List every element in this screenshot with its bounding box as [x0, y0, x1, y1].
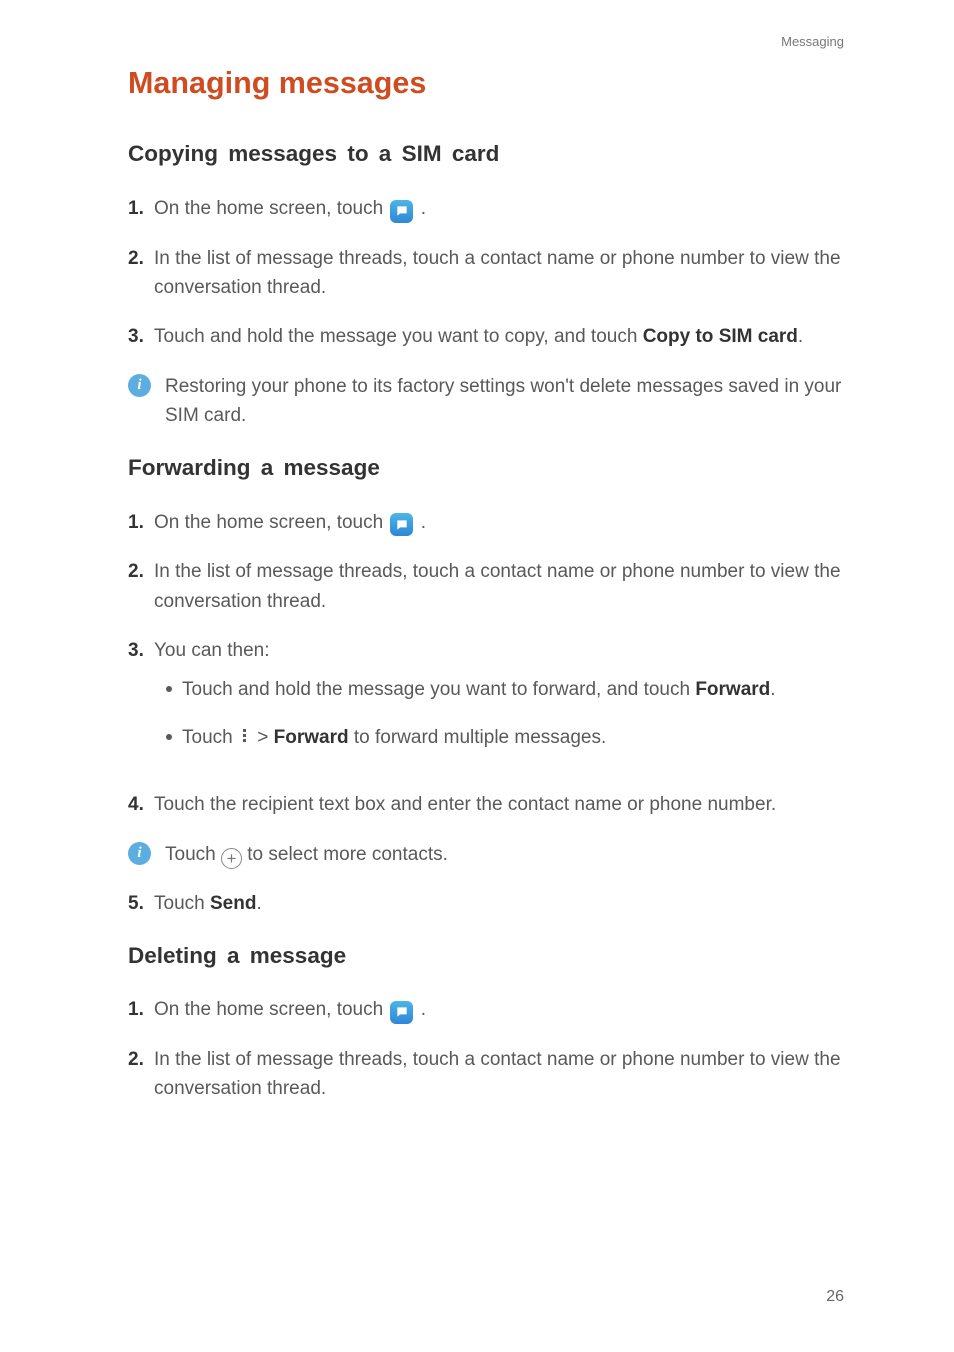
step-number: 2.: [128, 1045, 154, 1104]
ui-label-forward: Forward: [274, 727, 349, 748]
step-text: In the list of message threads, touch a …: [154, 557, 844, 616]
step-number: 1.: [128, 194, 154, 223]
bullet-text: Touch: [182, 727, 238, 748]
bullet-text-tail: to forward multiple messages.: [349, 727, 607, 748]
bullet-text-mid: >: [257, 727, 273, 748]
copy-step-2: 2. In the list of message threads, touch…: [128, 244, 844, 303]
more-options-icon: [238, 727, 252, 744]
heading-copy: Copying messages to a SIM card: [128, 137, 844, 172]
section-forward: Forwarding a message 1. On the home scre…: [128, 451, 844, 919]
ui-label-copy-to-sim: Copy to SIM card: [643, 326, 798, 347]
step-number: 1.: [128, 995, 154, 1024]
add-contact-icon: +: [221, 848, 242, 869]
step-text-tail: .: [421, 198, 426, 219]
step-number: 2.: [128, 244, 154, 303]
copy-step-1: 1. On the home screen, touch .: [128, 194, 844, 223]
step-text: Touch the recipient text box and enter t…: [154, 790, 844, 819]
messaging-app-icon: [390, 513, 413, 536]
step-text: Touch and hold the message you want to c…: [154, 326, 643, 347]
delete-step-1: 1. On the home screen, touch .: [128, 995, 844, 1024]
step-number: 1.: [128, 508, 154, 537]
step-text: In the list of message threads, touch a …: [154, 1045, 844, 1104]
step-text: On the home screen, touch: [154, 512, 388, 533]
step-number: 5.: [128, 889, 154, 918]
step-text-tail: .: [421, 512, 426, 533]
messaging-app-icon: [390, 1001, 413, 1024]
copy-step-3: 3. Touch and hold the message you want t…: [128, 322, 844, 351]
messaging-app-icon: [390, 200, 413, 223]
step-text-tail: .: [256, 893, 261, 914]
step-text: On the home screen, touch: [154, 198, 388, 219]
forward-step-3: 3. You can then: Touch and hold the mess…: [128, 636, 844, 770]
step-number: 4.: [128, 790, 154, 819]
section-delete: Deleting a message 1. On the home screen…: [128, 939, 844, 1104]
step-number: 2.: [128, 557, 154, 616]
forward-bullet-2: Touch > Forward to forward multiple mess…: [166, 723, 844, 752]
forward-bullet-1: Touch and hold the message you want to f…: [166, 675, 844, 704]
delete-step-2: 2. In the list of message threads, touch…: [128, 1045, 844, 1104]
info-note-forward: i Touch + to select more contacts.: [128, 840, 844, 869]
note-text: Touch: [165, 844, 221, 865]
heading-delete: Deleting a message: [128, 939, 844, 974]
bullet-text: Touch and hold the message you want to f…: [182, 679, 695, 700]
step-text-tail: .: [421, 999, 426, 1020]
forward-step-2: 2. In the list of message threads, touch…: [128, 557, 844, 616]
note-text: Restoring your phone to its factory sett…: [165, 372, 844, 431]
info-note-copy: i Restoring your phone to its factory se…: [128, 372, 844, 431]
step-number: 3.: [128, 322, 154, 351]
forward-step-4: 4. Touch the recipient text box and ente…: [128, 790, 844, 819]
step-text: On the home screen, touch: [154, 999, 388, 1020]
ui-label-send: Send: [210, 893, 256, 914]
note-text-tail: to select more contacts.: [247, 844, 448, 865]
step-text: In the list of message threads, touch a …: [154, 244, 844, 303]
forward-step-1: 1. On the home screen, touch .: [128, 508, 844, 537]
page-title: Managing messages: [128, 60, 844, 107]
step-text: Touch: [154, 893, 210, 914]
info-icon: i: [128, 842, 151, 865]
forward-step-5: 5. Touch Send.: [128, 889, 844, 918]
ui-label-forward: Forward: [695, 679, 770, 700]
bullet-text-tail: .: [770, 679, 775, 700]
step-text: You can then:: [154, 640, 270, 661]
step-text-tail: .: [798, 326, 803, 347]
header-section-label: Messaging: [781, 32, 844, 52]
info-icon: i: [128, 374, 151, 397]
section-copy: Copying messages to a SIM card 1. On the…: [128, 137, 844, 431]
step-number: 3.: [128, 636, 154, 770]
heading-forward: Forwarding a message: [128, 451, 844, 486]
page-number: 26: [826, 1285, 844, 1310]
